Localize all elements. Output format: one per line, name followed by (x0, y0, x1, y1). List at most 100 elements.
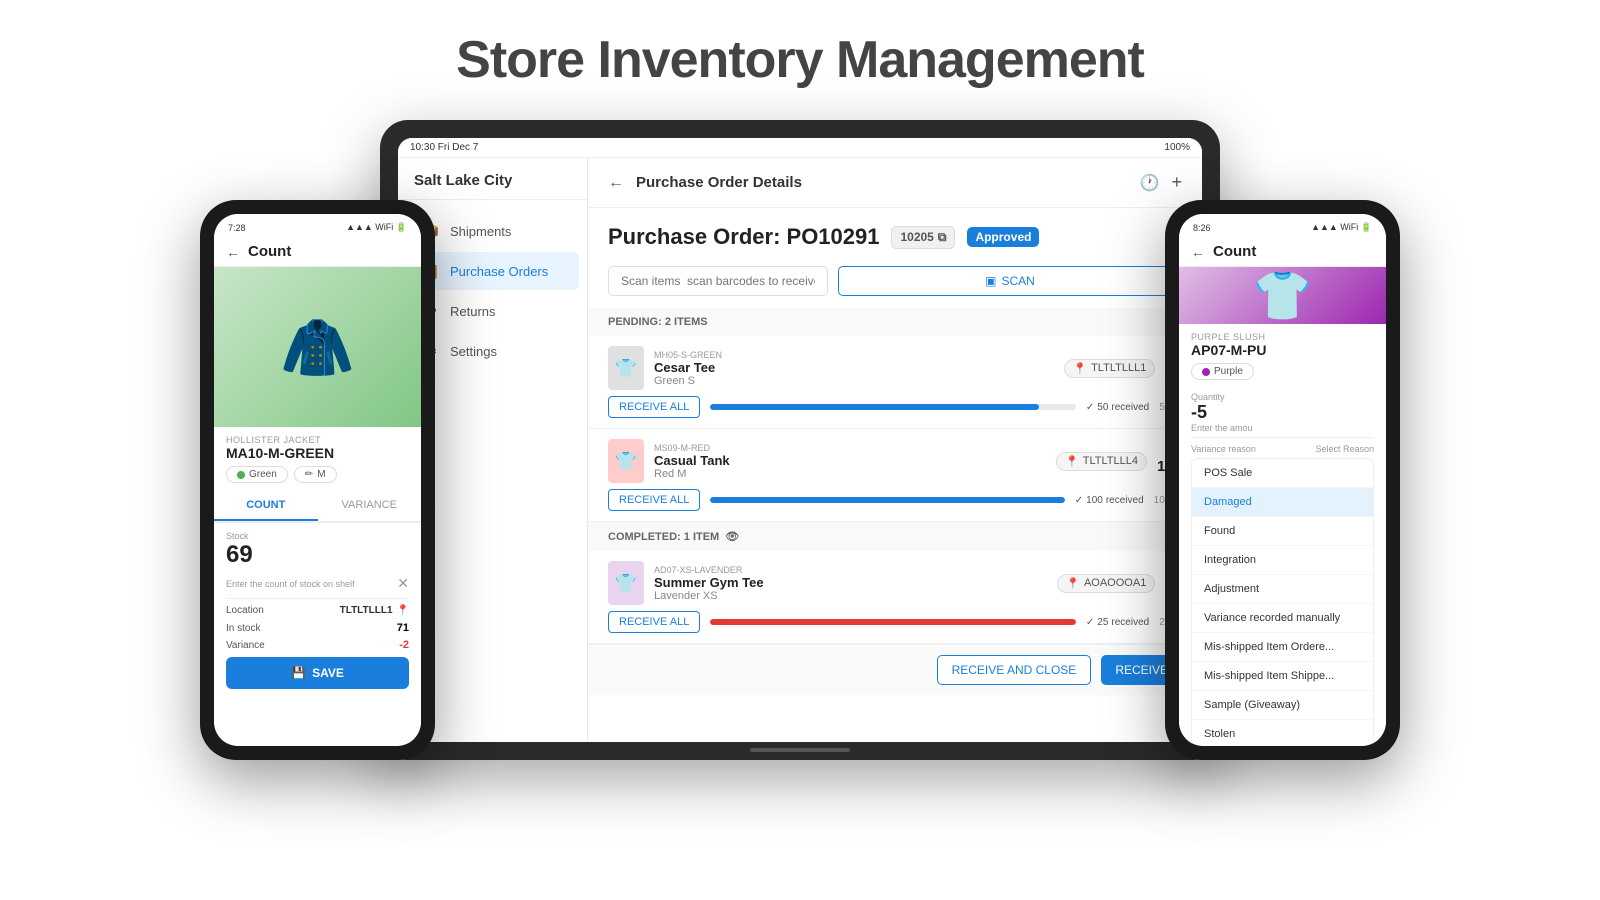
summer-gym-sku: AD07-XS-LAVENDER (654, 565, 1047, 575)
location-label: Location (226, 605, 264, 616)
enter-amount-hint: Enter the amou (1191, 423, 1374, 438)
receive-all-btn-summer[interactable]: RECEIVE ALL (608, 611, 700, 633)
item-top-casual-tank: 👕 MS09-M-RED Casual Tank Red M 📍 TLTLTLL… (608, 439, 1182, 483)
tablet-status-bar: 10:30 Fri Dec 7 100% (398, 138, 1202, 158)
phone-left-product-name: MA10-M-GREEN (226, 445, 409, 461)
content-header-right: 🕐 + (1140, 172, 1182, 193)
quantity-label: Quantity (1191, 392, 1374, 402)
save-icon: 💾 (291, 666, 306, 680)
in-stock-row: In stock 71 (226, 622, 409, 634)
phone-left-back[interactable]: ← (226, 244, 240, 260)
scan-bar: ▣ SCAN (588, 266, 1202, 308)
completed-section-header: COMPLETED: 1 ITEM 👁 (588, 522, 1202, 551)
item-row-cesar-tee: 👕 MH05-S-GREEN Cesar Tee Green S 📍 TLTLT… (588, 336, 1202, 429)
summer-gym-info: AD07-XS-LAVENDER Summer Gym Tee Lavender… (654, 565, 1047, 602)
po-number: Purchase Order: PO10291 (608, 224, 879, 250)
count-variance-tabs: COUNT VARIANCE (214, 491, 421, 523)
po-title: Purchase Order: PO10291 10205 ⧉ Approved (608, 224, 1182, 250)
tablet-screen: 10:30 Fri Dec 7 100% Salt Lake City 📦 Sh… (398, 138, 1202, 742)
cesar-tee-actions: RECEIVE ALL ✓ 50 received 55 or (608, 396, 1182, 418)
stock-value: 69 (226, 541, 409, 569)
dropdown-damaged[interactable]: Damaged (1192, 488, 1373, 517)
casual-tank-location: 📍 TLTLTLLL4 (1056, 452, 1147, 471)
item-top-summer-gym: 👕 AD07-XS-LAVENDER Summer Gym Tee Lavend… (608, 561, 1182, 605)
clear-icon[interactable]: ✕ (397, 575, 409, 592)
casual-tank-sku: MS09-M-RED (654, 443, 1046, 453)
main-content: ← Purchase Order Details 🕐 + Purchase Or… (588, 158, 1202, 742)
bottom-bar: RECEIVE AND CLOSE RECEIVE (588, 644, 1202, 695)
cesar-tee-location: 📍 TLTLTLLL1 (1064, 359, 1155, 378)
quantity-section: Quantity -5 Enter the amou (1179, 388, 1386, 442)
item-top-cesar-tee: 👕 MH05-S-GREEN Cesar Tee Green S 📍 TLTLT… (608, 346, 1182, 390)
casual-tank-variant: Red M (654, 468, 1046, 480)
receive-all-btn-cesar[interactable]: RECEIVE ALL (608, 396, 700, 418)
stock-label: Stock (226, 531, 409, 541)
save-button[interactable]: 💾 SAVE (226, 657, 409, 689)
count-input-area: Enter the count of stock on shelf ✕ (226, 575, 409, 599)
cesar-tee-info: MH05-S-GREEN Cesar Tee Green S (654, 350, 1054, 387)
phone-right-title: Count (1213, 243, 1256, 260)
dropdown-found[interactable]: Found (1192, 517, 1373, 546)
copy-icon[interactable]: ⧉ (938, 230, 947, 245)
dropdown-integration[interactable]: Integration (1192, 546, 1373, 575)
content-header: ← Purchase Order Details 🕐 + (588, 158, 1202, 208)
phone-right-product-info: PURPLE SLUSH AP07-M-PU Purple (1179, 324, 1386, 388)
dropdown-sample[interactable]: Sample (Giveaway) (1192, 691, 1373, 720)
count-hint: Enter the count of stock on shelf (226, 579, 397, 589)
phone-right-status: 8:26 ▲▲▲ WiFi 🔋 (1179, 214, 1386, 237)
phone-left-product-info: HOLLISTER JACKET MA10-M-GREEN Green ✏ M (214, 427, 421, 491)
phone-left-screen: 7:28 ▲▲▲ WiFi 🔋 ← Count 🧥 HOLLISTER JACK… (214, 214, 421, 746)
dropdown-variance-manual[interactable]: Variance recorded manually (1192, 604, 1373, 633)
cesar-received-label: ✓ 50 received (1086, 402, 1149, 413)
receive-all-btn-casual[interactable]: RECEIVE ALL (608, 489, 700, 511)
dropdown-stolen[interactable]: Stolen (1192, 720, 1373, 746)
casual-received-label: ✓ 100 received (1075, 495, 1144, 506)
tablet-body: Salt Lake City 📦 Shipments 📋 Purchase Or… (398, 158, 1202, 742)
tablet: 10:30 Fri Dec 7 100% Salt Lake City 📦 Sh… (380, 120, 1220, 760)
devices-container: 10:30 Fri Dec 7 100% Salt Lake City 📦 Sh… (200, 120, 1400, 840)
dropdown-misship-shipped[interactable]: Mis-shipped Item Shippe... (1192, 662, 1373, 691)
casual-progress-bar (710, 497, 1064, 503)
receive-and-close-button[interactable]: RECEIVE AND CLOSE (937, 655, 1092, 685)
phone-left-status: 7:28 ▲▲▲ WiFi 🔋 (214, 214, 421, 237)
count-tab[interactable]: COUNT (214, 491, 318, 521)
pin-icon-2: 📍 (1065, 455, 1079, 468)
content-header-left: ← Purchase Order Details (608, 174, 802, 192)
phone-left-color-tag[interactable]: Green (226, 466, 288, 483)
po-header: Purchase Order: PO10291 10205 ⧉ Approved (588, 208, 1202, 266)
summer-received-label: ✓ 25 received (1086, 617, 1149, 628)
in-stock-label: In stock (226, 623, 260, 634)
dropdown-pos-sale[interactable]: POS Sale (1192, 459, 1373, 488)
phone-right-product-name: AP07-M-PU (1191, 342, 1374, 358)
dropdown-adjustment[interactable]: Adjustment (1192, 575, 1373, 604)
clock-icon[interactable]: 🕐 (1140, 173, 1160, 193)
add-icon[interactable]: + (1171, 172, 1182, 193)
eye-icon[interactable]: 👁 (725, 530, 739, 543)
scan-button[interactable]: ▣ SCAN (838, 266, 1182, 296)
phone-right-tags: Purple (1191, 363, 1374, 380)
scan-input[interactable] (608, 266, 828, 296)
phone-left-title: Count (248, 243, 291, 260)
variance-tab[interactable]: VARIANCE (318, 491, 422, 521)
color-swatch-purple (1202, 368, 1210, 376)
pin-icon-3: 📍 (1066, 577, 1080, 590)
casual-tank-name: Casual Tank (654, 453, 1046, 468)
summer-progress-bar (710, 619, 1076, 625)
phone-right-category: PURPLE SLUSH (1191, 332, 1374, 342)
casual-tank-info: MS09-M-RED Casual Tank Red M (654, 443, 1046, 480)
dropdown-misship-ordered[interactable]: Mis-shipped Item Ordere... (1192, 633, 1373, 662)
pin-icon: 📍 (1073, 362, 1087, 375)
back-button[interactable]: ← (608, 174, 624, 192)
phone-left-size-tag[interactable]: ✏ M (294, 466, 337, 483)
cesar-tee-variant: Green S (654, 375, 1054, 387)
phone-right-back[interactable]: ← (1191, 244, 1205, 260)
phone-left: 7:28 ▲▲▲ WiFi 🔋 ← Count 🧥 HOLLISTER JACK… (200, 200, 435, 760)
sidebar-label-settings: Settings (450, 344, 497, 359)
phone-right-color-tag[interactable]: Purple (1191, 363, 1254, 380)
cesar-tee-sku: MH05-S-GREEN (654, 350, 1054, 360)
phone-right-product-img: 👕 (1179, 267, 1386, 324)
location-row: Location TLTLTLLL1 📍 (226, 605, 409, 616)
variance-reason-dropdown[interactable]: POS Sale Damaged Found Integration Adjus… (1191, 458, 1374, 746)
casual-tank-thumb: 👕 (608, 439, 644, 483)
variance-reason-header: Variance reason Select Reason (1191, 444, 1374, 454)
